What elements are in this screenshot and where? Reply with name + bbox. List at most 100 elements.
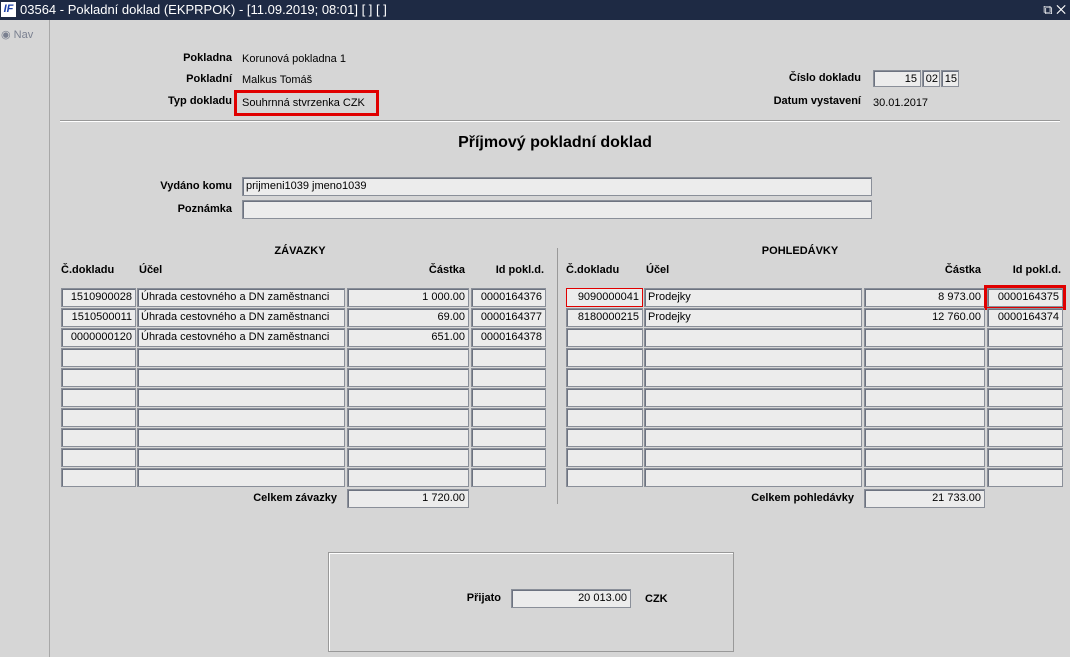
zavazky-cell-doc[interactable]: 0000000120: [61, 328, 136, 347]
zavazky-cell-ucel[interactable]: Úhrada cestovného a DN zaměstnanci: [137, 288, 345, 307]
zavazky-cell-id[interactable]: 0000164377: [471, 308, 546, 327]
pohledavky-cell-ucel[interactable]: [644, 348, 862, 367]
zavazky-cell-id[interactable]: [471, 408, 546, 427]
pohledavky-cell-ucel[interactable]: [644, 368, 862, 387]
pohledavky-cell-doc[interactable]: [566, 348, 643, 367]
zavazky-cell-castka[interactable]: [347, 348, 469, 367]
zavazky-cell-ucel[interactable]: [137, 428, 345, 447]
zavazky-cell-doc[interactable]: [61, 368, 136, 387]
nav-toggle[interactable]: ◉ Nav: [1, 28, 33, 41]
zavazky-cell-ucel[interactable]: [137, 348, 345, 367]
pohledavky-cell-ucel[interactable]: Prodejky: [644, 288, 862, 307]
pohledavky-cell-doc[interactable]: [566, 408, 643, 427]
zavazky-cell-castka[interactable]: [347, 368, 469, 387]
zavazky-cell-id[interactable]: [471, 368, 546, 387]
pohledavky-cell-castka[interactable]: [864, 388, 985, 407]
zavazky-cell-castka[interactable]: [347, 468, 469, 487]
prijato-field[interactable]: 20 013.00: [511, 589, 631, 608]
pohledavky-cell-castka[interactable]: [864, 348, 985, 367]
typ-label: Typ dokladu: [168, 95, 232, 107]
pohledavky-cell-doc[interactable]: [566, 388, 643, 407]
poznamka-input[interactable]: [242, 200, 872, 219]
zavazky-cell-id[interactable]: [471, 468, 546, 487]
pohledavky-cell-id[interactable]: [987, 468, 1063, 487]
pohledavky-cell-id[interactable]: [987, 388, 1063, 407]
zavazky-cell-doc[interactable]: [61, 408, 136, 427]
vydano-label: Vydáno komu: [160, 180, 232, 192]
col-header-doc: Č.dokladu: [566, 264, 620, 276]
pohledavky-cell-castka[interactable]: [864, 448, 985, 467]
zavazky-cell-castka[interactable]: [347, 448, 469, 467]
zavazky-cell-doc[interactable]: [61, 448, 136, 467]
pohledavky-cell-ucel[interactable]: [644, 388, 862, 407]
zavazky-cell-ucel[interactable]: [137, 408, 345, 427]
zavazky-cell-id[interactable]: [471, 348, 546, 367]
pohledavky-cell-id[interactable]: [987, 428, 1063, 447]
pohledavky-cell-id[interactable]: [987, 408, 1063, 427]
pohledavky-cell-ucel[interactable]: [644, 408, 862, 427]
zavazky-cell-ucel[interactable]: [137, 448, 345, 467]
zavazky-cell-ucel[interactable]: Úhrada cestovného a DN zaměstnanci: [137, 328, 345, 347]
zavazky-cell-id[interactable]: 0000164378: [471, 328, 546, 347]
zavazky-cell-doc[interactable]: 1510900028: [61, 288, 136, 307]
zavazky-cell-id[interactable]: [471, 388, 546, 407]
pohledavky-cell-doc[interactable]: [566, 328, 643, 347]
pohledavky-cell-id[interactable]: [987, 448, 1063, 467]
cislo-field-1[interactable]: 15: [873, 70, 921, 87]
zavazky-cell-id[interactable]: [471, 448, 546, 467]
pohledavky-cell-ucel[interactable]: [644, 468, 862, 487]
pohledavky-cell-castka[interactable]: [864, 468, 985, 487]
zavazky-cell-id[interactable]: [471, 428, 546, 447]
currency-label: CZK: [645, 593, 668, 605]
pohledavky-total-field[interactable]: 21 733.00: [864, 489, 985, 508]
zavazky-cell-doc[interactable]: [61, 428, 136, 447]
pohledavky-cell-castka[interactable]: [864, 408, 985, 427]
zavazky-cell-doc[interactable]: [61, 348, 136, 367]
title-bar: IF 03564 - Pokladní doklad (EKPRPOK) - […: [0, 0, 1070, 20]
pohledavky-cell-doc[interactable]: [566, 448, 643, 467]
cislo-field-2[interactable]: 02: [922, 70, 940, 87]
zavazky-cell-castka[interactable]: 651.00: [347, 328, 469, 347]
pohledavky-cell-castka[interactable]: 12 760.00: [864, 308, 985, 327]
zavazky-cell-castka[interactable]: [347, 408, 469, 427]
zavazky-cell-castka[interactable]: 1 000.00: [347, 288, 469, 307]
window-controls[interactable]: ⧉ ✕: [1043, 0, 1066, 20]
pohledavky-cell-castka[interactable]: [864, 328, 985, 347]
zavazky-cell-doc[interactable]: [61, 468, 136, 487]
col-header-id: Id pokl.d.: [495, 264, 544, 276]
zavazky-cell-ucel[interactable]: Úhrada cestovného a DN zaměstnanci: [137, 308, 345, 327]
pohledavky-cell-ucel[interactable]: [644, 428, 862, 447]
cislo-label: Číslo dokladu: [788, 72, 861, 84]
col-header-ucel: Účel: [646, 264, 670, 276]
pohledavky-cell-doc[interactable]: [566, 468, 643, 487]
datum-label: Datum vystavení: [773, 95, 861, 107]
zavazky-cell-ucel[interactable]: [137, 388, 345, 407]
zavazky-cell-ucel[interactable]: [137, 468, 345, 487]
zavazky-cell-ucel[interactable]: [137, 368, 345, 387]
pohledavky-cell-ucel[interactable]: [644, 448, 862, 467]
cislo-field-3[interactable]: 15: [941, 70, 959, 87]
pohledavky-cell-id[interactable]: 0000164374: [987, 308, 1063, 327]
pohledavky-cell-id[interactable]: 0000164375: [984, 285, 1066, 310]
pohledavky-cell-doc[interactable]: 9090000041: [566, 288, 643, 307]
pohledavky-cell-ucel[interactable]: [644, 328, 862, 347]
vydano-input[interactable]: prijmeni1039 jmeno1039: [242, 177, 872, 196]
pohledavky-cell-id[interactable]: [987, 368, 1063, 387]
zavazky-cell-castka[interactable]: 69.00: [347, 308, 469, 327]
pohledavky-cell-ucel[interactable]: Prodejky: [644, 308, 862, 327]
zavazky-cell-castka[interactable]: [347, 388, 469, 407]
zavazky-total-field[interactable]: 1 720.00: [347, 489, 469, 508]
zavazky-cell-doc[interactable]: [61, 388, 136, 407]
zavazky-cell-id[interactable]: 0000164376: [471, 288, 546, 307]
col-header-id: Id pokl.d.: [1012, 264, 1061, 276]
pohledavky-cell-castka[interactable]: [864, 368, 985, 387]
pohledavky-cell-doc[interactable]: 8180000215: [566, 308, 643, 327]
pohledavky-cell-castka[interactable]: [864, 428, 985, 447]
zavazky-cell-castka[interactable]: [347, 428, 469, 447]
pohledavky-cell-doc[interactable]: [566, 368, 643, 387]
pohledavky-cell-doc[interactable]: [566, 428, 643, 447]
pohledavky-cell-id[interactable]: [987, 328, 1063, 347]
pohledavky-cell-castka[interactable]: 8 973.00: [864, 288, 985, 307]
pohledavky-cell-id[interactable]: [987, 348, 1063, 367]
zavazky-cell-doc[interactable]: 1510500011: [61, 308, 136, 327]
